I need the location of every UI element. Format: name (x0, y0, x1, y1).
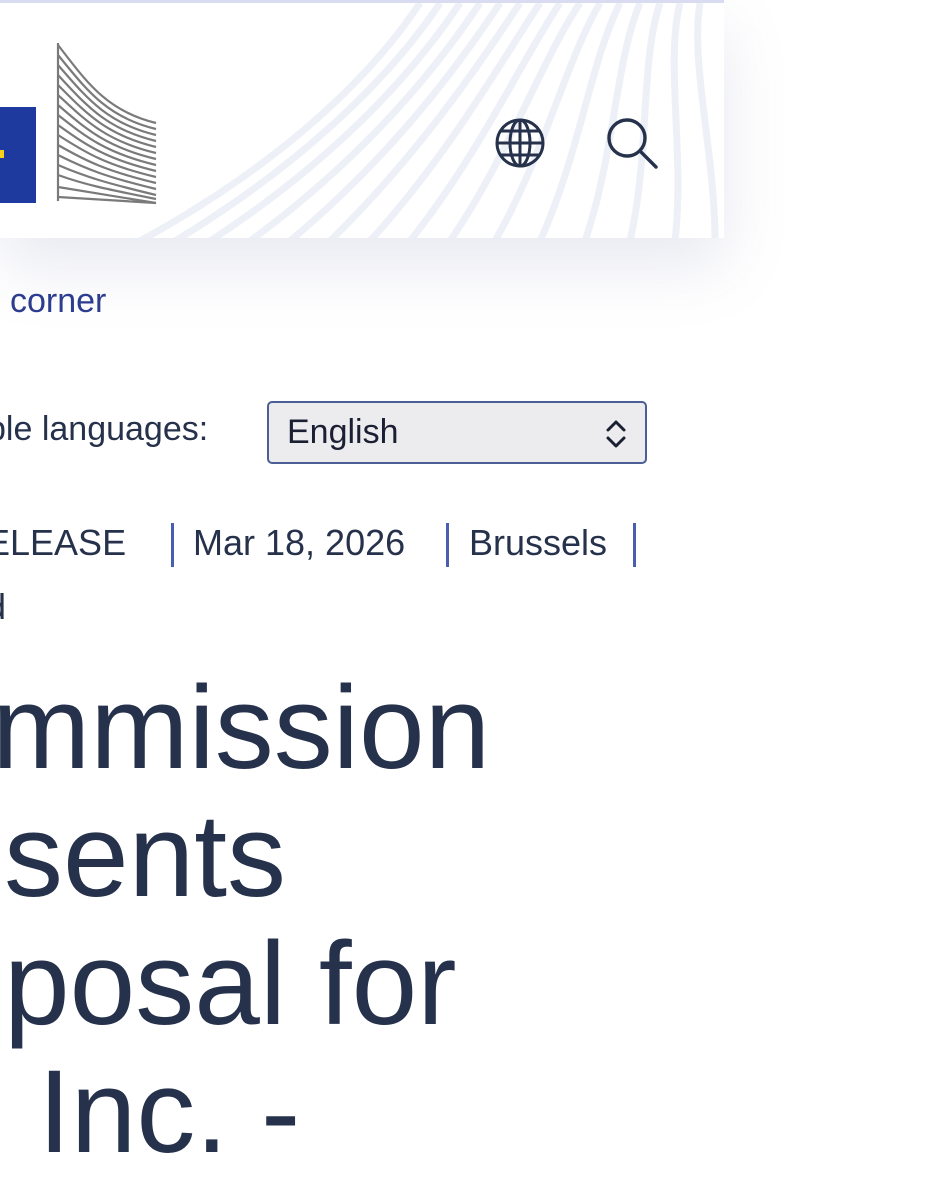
language-label: ble languages: (0, 410, 209, 448)
meta-separator (633, 523, 636, 567)
page-title: mmission sents posal for Inc. - (0, 664, 640, 1176)
title-line: posal for (4, 918, 457, 1050)
breadcrumb-link[interactable]: corner (10, 282, 106, 321)
search-icon (607, 118, 658, 169)
title-line: sents (4, 790, 287, 922)
eu-star (0, 150, 4, 158)
page: corner ble languages: English ELEASE Mar… (0, 0, 936, 1200)
meta-second-line: d (0, 586, 6, 626)
meta-separator (446, 523, 449, 567)
site-header (0, 0, 724, 238)
meta-location: Brussels (469, 522, 608, 563)
commission-building-logo[interactable] (56, 41, 158, 205)
meta-date: Mar 18, 2026 (193, 522, 406, 563)
chevron-up-down-icon (606, 420, 626, 448)
eu-flag-logo[interactable] (0, 107, 36, 203)
globe-icon (495, 118, 545, 168)
language-globe-button[interactable] (492, 115, 548, 171)
title-line: mmission (0, 662, 491, 794)
meta-type: ELEASE (0, 522, 127, 563)
meta-separator (171, 523, 174, 567)
search-button[interactable] (604, 115, 660, 171)
title-line: Inc. - (38, 1046, 301, 1178)
language-select[interactable]: English (267, 401, 647, 464)
language-selected-value: English (287, 413, 399, 451)
